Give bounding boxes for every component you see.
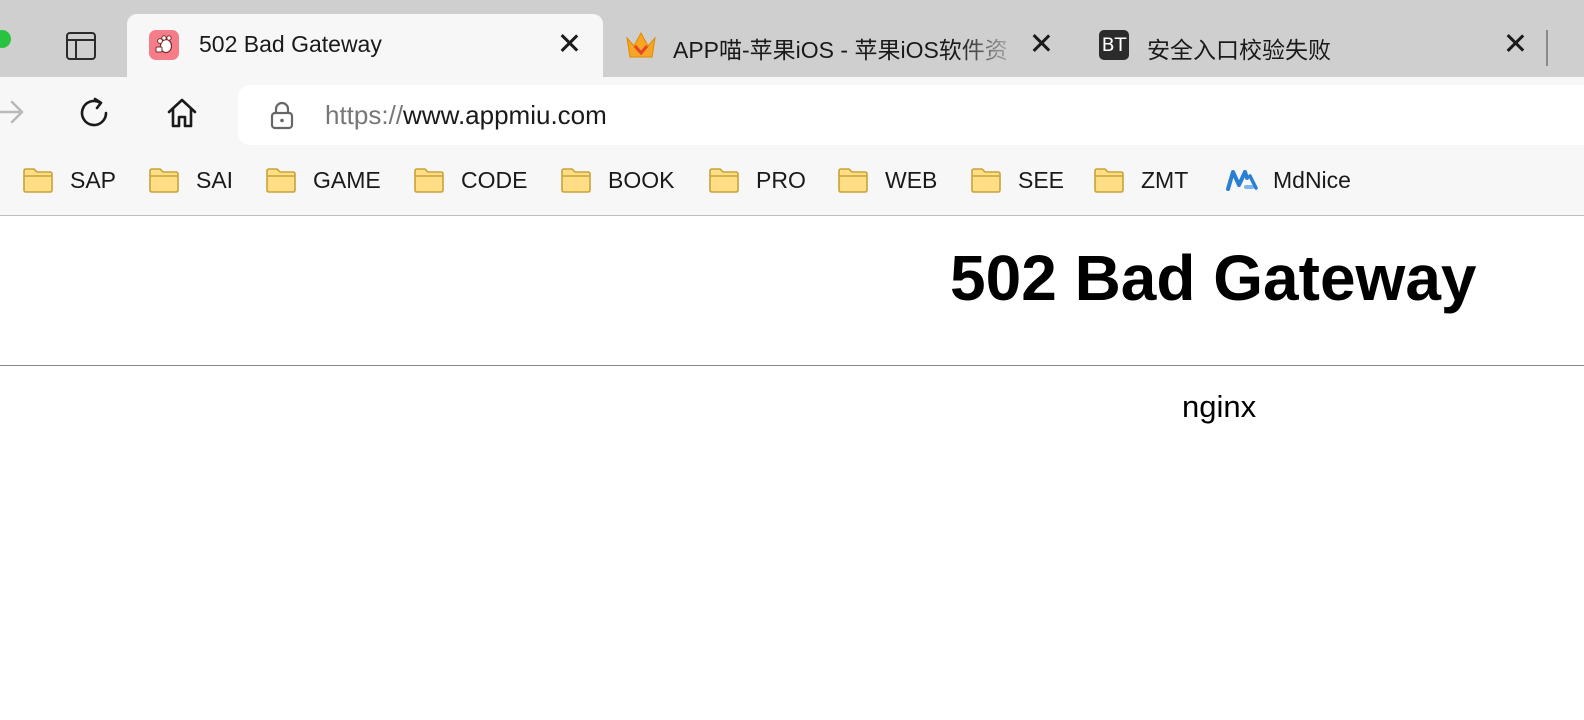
folder-icon <box>266 168 296 193</box>
bookmark-sai[interactable]: SAI <box>148 164 233 196</box>
divider <box>0 365 1584 366</box>
folder-icon <box>1094 168 1124 193</box>
folder-icon <box>23 168 53 193</box>
server-name: nginx <box>1182 389 1257 424</box>
window-zoom-button[interactable] <box>0 30 11 48</box>
bookmark-sap[interactable]: SAP <box>22 164 116 196</box>
bookmark-label: PRO <box>756 166 806 193</box>
error-title: 502 Bad Gateway <box>950 242 1477 314</box>
crown-icon <box>625 30 656 60</box>
home-icon[interactable] <box>164 95 200 131</box>
bookmarks-bar: SAP SAI GAME CODE BOOK PRO WEB SEE ZMT M… <box>0 152 1584 216</box>
folder-icon <box>838 168 868 193</box>
forward-arrow-icon[interactable] <box>0 96 26 128</box>
sidebar-toggle-icon[interactable] <box>66 32 96 60</box>
bookmark-pro[interactable]: PRO <box>708 164 806 196</box>
bookmark-game[interactable]: GAME <box>265 164 381 196</box>
bookmark-zmt[interactable]: ZMT <box>1093 164 1188 196</box>
tab-appmiu[interactable]: APP喵-苹果iOS - 苹果iOS软件资 <box>603 14 1073 77</box>
url-host: www.appmiu.com <box>403 100 607 130</box>
close-icon[interactable] <box>1029 31 1053 55</box>
bookmark-label: SAP <box>70 166 117 193</box>
bookmark-label: CODE <box>461 166 528 193</box>
bookmark-label: SAI <box>196 166 234 193</box>
page-content: 502 Bad Gateway nginx <box>0 217 1584 720</box>
url-scheme: https:// <box>325 100 404 130</box>
bt-icon: BT <box>1099 30 1129 60</box>
bookmark-label: ZMT <box>1141 166 1189 193</box>
bookmark-label: WEB <box>885 166 938 193</box>
tab-title: 安全入口校验失败 <box>1147 37 1331 63</box>
tab-security-check-failed[interactable]: BT 安全入口校验失败 <box>1077 14 1544 77</box>
folder-icon <box>414 168 444 193</box>
mdnice-icon <box>1226 170 1258 191</box>
lock-icon[interactable] <box>266 99 298 131</box>
folder-icon <box>561 168 591 193</box>
bookmark-code[interactable]: CODE <box>413 164 527 196</box>
tab-strip: 502 Bad Gateway APP喵-苹果iOS - 苹果iOS软件资 BT… <box>0 0 1584 77</box>
bookmark-label: BOOK <box>608 166 675 193</box>
reload-icon[interactable] <box>76 95 112 131</box>
tab-title: APP喵-苹果iOS - 苹果iOS软件资 <box>673 37 1008 63</box>
folder-icon <box>971 168 1001 193</box>
folder-icon <box>709 168 739 193</box>
navigation-toolbar: https://www.appmiu.com <box>0 77 1584 152</box>
close-icon[interactable] <box>1503 31 1527 55</box>
address-bar[interactable]: https://www.appmiu.com <box>238 85 1584 145</box>
bookmark-see[interactable]: SEE <box>970 164 1064 196</box>
tab-502-bad-gateway[interactable]: 502 Bad Gateway <box>127 14 603 77</box>
bookmark-book[interactable]: BOOK <box>560 164 674 196</box>
url-text[interactable]: https://www.appmiu.com <box>325 100 607 131</box>
appmiu-paw-icon <box>149 30 179 60</box>
bookmark-label: SEE <box>1018 166 1065 193</box>
tab-separator <box>1546 30 1548 66</box>
tab-title: 502 Bad Gateway <box>199 31 382 57</box>
bookmark-mdnice[interactable]: MdNice <box>1225 164 1351 196</box>
bookmark-label: GAME <box>313 166 381 193</box>
bookmark-web[interactable]: WEB <box>837 164 937 196</box>
close-icon[interactable] <box>557 31 581 55</box>
bookmark-label: MdNice <box>1273 166 1351 193</box>
folder-icon <box>149 168 179 193</box>
